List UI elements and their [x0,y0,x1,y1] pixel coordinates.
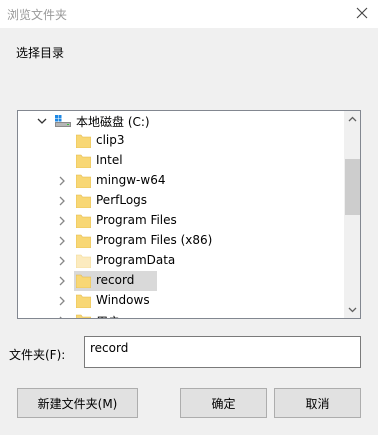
tree-item-intel[interactable]: Intel [18,151,344,171]
folder-icon [75,174,92,189]
chevron-right-icon[interactable] [56,175,68,187]
folder-tree[interactable]: 本地磁盘 (C:) clip3 Intel mingw-w64 PerfLogs… [17,110,361,319]
close-button[interactable] [348,1,376,25]
tree-item-label: clip3 [96,133,125,147]
vertical-scrollbar[interactable] [344,111,360,318]
tree-item-label: Program Files [96,213,177,227]
tree-item-label: ProgramData [96,253,176,267]
folder-icon [75,314,92,318]
tree-item-program-files[interactable]: Program Files [18,211,344,231]
folder-icon [75,154,92,169]
chevron-right-icon[interactable] [56,215,68,227]
close-icon [356,7,368,19]
drive-icon [55,115,71,129]
tree-item-users[interactable]: 用户 [18,311,344,318]
tree-item-label: Program Files (x86) [96,233,213,247]
tree-item-label: Intel [96,153,123,167]
chevron-right-icon[interactable] [56,235,68,247]
scroll-down-button[interactable] [344,301,360,318]
chevron-up-icon [348,116,357,122]
folder-tree-content: 本地磁盘 (C:) clip3 Intel mingw-w64 PerfLogs… [18,111,344,318]
tree-item-windows[interactable]: Windows [18,291,344,311]
tree-item-program-files-x86[interactable]: Program Files (x86) [18,231,344,251]
ok-button[interactable]: 确定 [180,388,267,418]
folder-icon [75,294,92,309]
tree-item-record[interactable]: record [18,271,344,291]
tree-item-label: mingw-w64 [96,173,166,187]
folder-name-input[interactable] [84,336,361,368]
folder-field-label: 文件夹(F): [9,348,66,362]
chevron-right-icon[interactable] [56,255,68,267]
instruction-text: 选择目录 [16,46,65,60]
tree-item-label: 本地磁盘 (C:) [76,115,150,129]
chevron-right-icon[interactable] [56,195,68,207]
tree-item-label: 用户 [96,313,120,318]
chevron-down-icon [348,307,357,313]
hidden-folder-icon [75,254,92,269]
tree-item-clip3[interactable]: clip3 [18,131,344,151]
new-folder-button[interactable]: 新建文件夹(M) [17,388,138,418]
folder-icon [75,274,92,289]
folder-icon [75,194,92,209]
chevron-down-icon[interactable] [36,115,48,127]
title-bar: 浏览文件夹 [0,0,378,28]
chevron-right-icon[interactable] [56,295,68,307]
tree-item-label: Windows [96,293,150,307]
chevron-right-icon[interactable] [56,275,68,287]
folder-icon [75,214,92,229]
tree-item-programdata[interactable]: ProgramData [18,251,344,271]
scroll-up-button[interactable] [344,111,360,128]
tree-item-drive-c[interactable]: 本地磁盘 (C:) [18,111,344,131]
tree-item-perflogs[interactable]: PerfLogs [18,191,344,211]
chevron-right-icon[interactable] [56,315,68,318]
folder-icon [75,134,92,149]
cancel-button[interactable]: 取消 [274,388,361,418]
window-title: 浏览文件夹 [7,8,68,22]
tree-item-label: PerfLogs [96,193,148,207]
scrollbar-thumb[interactable] [345,159,360,215]
tree-item-mingw-w64[interactable]: mingw-w64 [18,171,344,191]
tree-item-label: record [96,273,135,287]
folder-icon [75,234,92,249]
